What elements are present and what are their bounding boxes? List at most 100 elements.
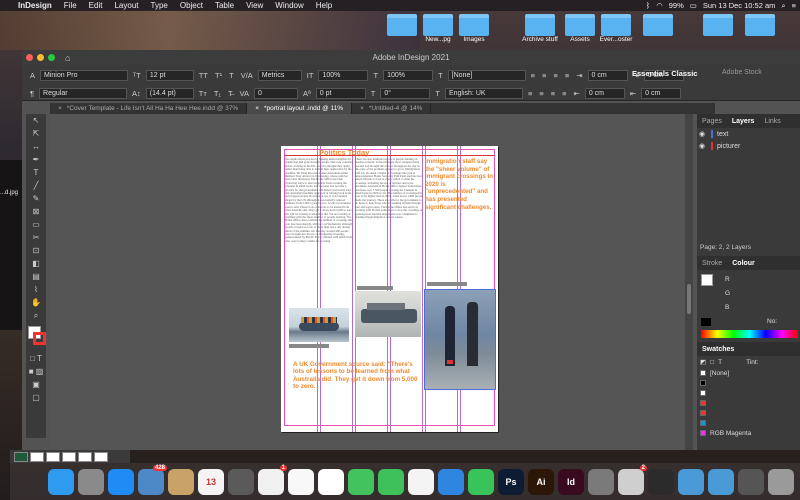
gradient-tool-icon[interactable]: ◧: [26, 257, 46, 270]
menu-item[interactable]: Object: [174, 1, 209, 10]
battery-percent[interactable]: 99%: [669, 1, 684, 10]
dock-app-calendar2-icon[interactable]: 2: [618, 464, 647, 495]
dock-app-trash-icon[interactable]: [768, 468, 794, 495]
control-center-icon[interactable]: ≡: [792, 1, 796, 10]
menu-item[interactable]: Help: [310, 1, 338, 10]
close-icon[interactable]: ×: [360, 105, 364, 112]
desktop-folder[interactable]: Ever...oster: [598, 14, 634, 43]
tab-links[interactable]: Links: [759, 118, 785, 125]
dock-app-indesign-icon[interactable]: Id: [558, 468, 584, 495]
scissors-tool-icon[interactable]: ✂: [26, 231, 46, 244]
swatch-rgb-magenta[interactable]: RGB Magenta: [697, 428, 800, 438]
all-caps-icon[interactable]: TT: [197, 71, 210, 80]
dock-app-app-store-icon[interactable]: [108, 468, 134, 495]
leading-field[interactable]: (14.4 pt): [145, 87, 194, 99]
menu-item[interactable]: Table: [209, 1, 240, 10]
dock-app-messages-icon[interactable]: [378, 468, 404, 495]
tab-swatches[interactable]: Swatches: [697, 346, 739, 353]
last-line-indent-field[interactable]: 0 cm: [641, 87, 682, 99]
tab-cover-template[interactable]: × *Cover Template - Life Isn't All Ha Ha …: [50, 103, 248, 114]
type-tool-icon[interactable]: T: [26, 166, 46, 179]
right-indent-field[interactable]: 0 cm: [584, 87, 625, 99]
desktop-folder[interactable]: Images: [456, 14, 492, 43]
rectangle-frame-tool-icon[interactable]: ⊠: [26, 205, 46, 218]
stroke-swatch[interactable]: [33, 332, 46, 345]
free-transform-tool-icon[interactable]: ⊡: [26, 244, 46, 257]
tab-colour[interactable]: Colour: [727, 260, 760, 267]
close-icon[interactable]: ×: [255, 105, 259, 112]
search-icon[interactable]: ⌕: [781, 1, 785, 11]
text-icon[interactable]: T: [718, 359, 722, 366]
dock-app-safari-icon[interactable]: [438, 468, 464, 495]
paragraph-mode-icon[interactable]: ¶: [28, 89, 36, 98]
dock-app-photos-icon[interactable]: [318, 468, 344, 495]
dock-app-preview-icon[interactable]: 428: [138, 464, 167, 495]
photo-caption[interactable]: [427, 282, 467, 286]
left-indent-field[interactable]: 0 cm: [587, 69, 628, 81]
vertical-scale-field[interactable]: 100%: [318, 69, 369, 81]
close-icon[interactable]: ×: [58, 105, 62, 112]
align-left-icon[interactable]: ≡: [529, 71, 537, 80]
rectangle-tool-icon[interactable]: ▭: [26, 218, 46, 231]
dock-app-music-icon[interactable]: [288, 468, 314, 495]
formatting-affects-container-icon[interactable]: □ T: [26, 352, 46, 365]
justify-all-icon[interactable]: ≡: [537, 89, 545, 98]
swatch-row[interactable]: [697, 398, 800, 408]
photo-caption[interactable]: [289, 344, 329, 348]
scrollbar-thumb[interactable]: [687, 284, 691, 314]
swatch-row[interactable]: [697, 378, 800, 388]
eye-icon[interactable]: ◉: [699, 130, 705, 138]
swatch-chip[interactable]: [14, 451, 28, 462]
dock-app-thumb-icon[interactable]: [738, 468, 764, 495]
underline-icon[interactable]: T: [227, 71, 236, 80]
zoom-tool-icon[interactable]: ⌕: [26, 309, 46, 322]
strikethrough-icon[interactable]: T̶: [226, 89, 235, 98]
eyedropper-tool-icon[interactable]: ⌇: [26, 283, 46, 296]
desktop-folder[interactable]: Archive stuff: [522, 14, 558, 43]
tab-portrat-layout[interactable]: × *portrat layout .indd @ 11%: [247, 103, 353, 114]
wifi-icon[interactable]: ◠: [656, 1, 663, 10]
menu-item[interactable]: Type: [145, 1, 174, 10]
document-page[interactable]: Politics Today less applications process…: [281, 146, 498, 432]
layer-row-picturer[interactable]: ◉ picturer: [697, 140, 800, 152]
line-tool-icon[interactable]: ╱: [26, 179, 46, 192]
fill-color-icon[interactable]: T: [436, 71, 445, 80]
small-caps-icon[interactable]: Tᴛ: [197, 89, 209, 98]
body-text-frame-middle[interactable]: There are also multiple reports of peopl…: [355, 158, 423, 278]
dock-app-reminders-icon[interactable]: 1: [258, 464, 287, 495]
pencil-tool-icon[interactable]: ✎: [26, 192, 46, 205]
swatch-row[interactable]: [697, 418, 800, 428]
font-family-field[interactable]: Minion Pro: [40, 69, 129, 81]
swatch-chip[interactable]: [78, 451, 92, 462]
baseline-shift-field[interactable]: 0 pt: [315, 87, 366, 99]
font-size-field[interactable]: 12 pt: [145, 69, 194, 81]
superscript-icon[interactable]: T¹: [213, 71, 224, 80]
direct-selection-tool-icon[interactable]: ⇱: [26, 127, 46, 140]
swatch-row[interactable]: [697, 408, 800, 418]
swatch-none[interactable]: [None]: [697, 368, 800, 378]
battery-icon[interactable]: ▭: [690, 1, 697, 10]
swatch-chip[interactable]: [30, 451, 44, 462]
kerning-field[interactable]: Metrics: [257, 69, 302, 81]
fill-stroke-toggle-icon[interactable]: ◩: [700, 358, 706, 366]
dock-app-chrome-icon[interactable]: [408, 468, 434, 495]
tab-stroke[interactable]: Stroke: [697, 260, 727, 267]
layer-name[interactable]: text: [717, 131, 728, 138]
align-center-icon[interactable]: ≡: [540, 71, 548, 80]
swatch-chip[interactable]: [94, 451, 108, 462]
dock-app-photoshop-icon[interactable]: Ps: [498, 468, 524, 495]
dock-app-launchpad-icon[interactable]: [78, 468, 104, 495]
desktop-folder[interactable]: Assets: [562, 14, 598, 43]
align-right-icon[interactable]: ≡: [551, 71, 559, 80]
photo-caption[interactable]: [357, 286, 393, 290]
dock-app-files-icon[interactable]: [228, 468, 254, 495]
dock-app-calendar-icon[interactable]: 13: [198, 468, 224, 495]
menu-item[interactable]: Layout: [108, 1, 144, 10]
align-towards-spine-icon[interactable]: ≡: [526, 89, 534, 98]
body-text-frame-left[interactable]: less applications process by making them…: [285, 158, 353, 294]
apply-color-icon[interactable]: ■ ▨: [26, 365, 46, 378]
eye-icon[interactable]: ◉: [699, 142, 705, 150]
character-style-field[interactable]: [None]: [447, 69, 526, 81]
normal-view-icon[interactable]: ▣: [26, 378, 46, 391]
workspace-switcher[interactable]: Essentials Classic: [632, 69, 697, 78]
